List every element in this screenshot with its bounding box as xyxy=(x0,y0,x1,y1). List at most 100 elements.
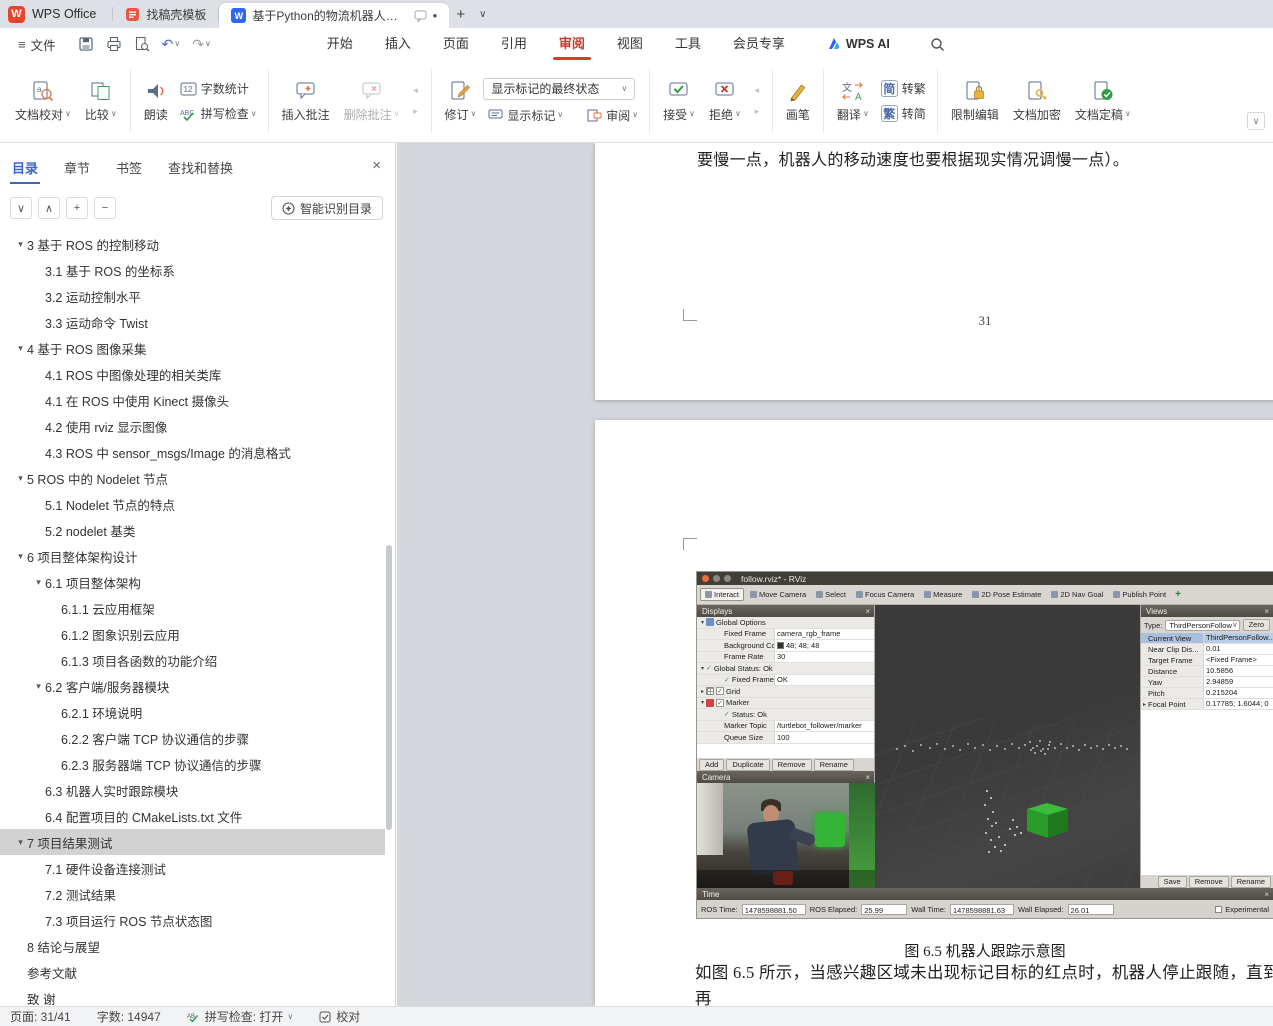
sidebar-tab-1[interactable]: 目录 xyxy=(10,154,41,184)
new-tab-button[interactable]: + xyxy=(449,6,472,23)
triangle-down-icon[interactable]: ▾ xyxy=(32,681,45,692)
next-comment-button[interactable]: ▸ xyxy=(407,104,425,120)
toc-item[interactable]: 4.3 ROS 中 sensor_msgs/Image 的消息格式 xyxy=(0,439,385,465)
toc-item[interactable]: 致 谢 xyxy=(0,985,385,1007)
accept-button[interactable]: 接受 ∨ xyxy=(656,76,702,127)
menu-tab-5[interactable]: 审阅 xyxy=(543,28,601,60)
show-markup-button[interactable]: 显示标记 ∨ xyxy=(483,106,568,125)
toc-item[interactable]: 8 结论与展望 xyxy=(0,933,385,959)
toc-item[interactable]: ▾ 4 基于 ROS 图像采集 xyxy=(0,335,385,361)
file-menu-button[interactable]: ≡ 文件 xyxy=(10,35,64,54)
finalize-doc-button[interactable]: 文档定稿 ∨ xyxy=(1068,76,1138,127)
triangle-down-icon[interactable]: ▾ xyxy=(14,343,27,354)
triangle-down-icon[interactable]: ▾ xyxy=(14,239,27,250)
menu-tab-4[interactable]: 引用 xyxy=(485,28,543,60)
menu-tab-2[interactable]: 插入 xyxy=(369,28,427,60)
toc-item[interactable]: 4.2 使用 rviz 显示图像 xyxy=(0,413,385,439)
to-simplified-button[interactable]: 繁 转简 xyxy=(876,104,931,123)
triangle-down-icon[interactable]: ▾ xyxy=(14,837,27,848)
document-page-31[interactable]: 要慢一点，机器人的移动速度也要根据现实情况调慢一点）。 31 xyxy=(595,143,1273,400)
read-aloud-button[interactable]: 朗读 xyxy=(137,76,175,127)
insert-comment-button[interactable]: 插入批注 xyxy=(275,76,337,127)
reject-button[interactable]: 拒绝 ∨ xyxy=(702,76,748,127)
toc-item[interactable]: ▾ 3 基于 ROS 的控制移动 xyxy=(0,231,385,257)
toc-item[interactable]: 6.2.3 服务器端 TCP 协议通信的步骤 xyxy=(0,751,385,777)
toc-item[interactable]: 7.1 硬件设备连接测试 xyxy=(0,855,385,881)
menu-tab-1[interactable]: 开始 xyxy=(311,28,369,60)
increase-level-button[interactable]: + xyxy=(66,197,88,219)
sidebar-close-button[interactable]: × xyxy=(372,157,381,174)
status-wordcount[interactable]: 字数: 14947 xyxy=(97,1008,161,1025)
compare-button[interactable]: 比较 ∨ xyxy=(78,76,124,127)
prev-change-button[interactable]: ◂ xyxy=(748,83,766,99)
toc-item[interactable]: 6.2.2 客户端 TCP 协议通信的步骤 xyxy=(0,725,385,751)
toc-item[interactable]: 6.1.2 图象识别云应用 xyxy=(0,621,385,647)
toc-item[interactable]: ▾ 5 ROS 中的 Nodelet 节点 xyxy=(0,465,385,491)
review-pane-button[interactable]: 审阅 ∨ xyxy=(582,106,643,125)
toc-item[interactable]: 6.3 机器人实时跟踪模块 xyxy=(0,777,385,803)
encrypt-doc-button[interactable]: 文档加密 xyxy=(1006,76,1068,127)
save-button[interactable] xyxy=(78,36,94,52)
menu-tab-8[interactable]: 会员专享 xyxy=(717,28,801,60)
prev-comment-button[interactable]: ◂ xyxy=(407,83,425,99)
toc-item[interactable]: 5.1 Nodelet 节点的特点 xyxy=(0,491,385,517)
wps-ai-button[interactable]: WPS AI xyxy=(827,37,890,51)
menu-tab-3[interactable]: 页面 xyxy=(427,28,485,60)
to-traditional-button[interactable]: 简 转繁 xyxy=(876,79,931,98)
expand-all-button[interactable]: ∧ xyxy=(38,197,60,219)
spell-check-button[interactable]: ABC 拼写检查 ∨ xyxy=(175,104,262,123)
chevron-down-icon[interactable]: ∨ xyxy=(205,40,211,48)
markup-state-select[interactable]: 显示标记的最终状态 ∨ xyxy=(483,77,636,100)
scrollbar-thumb[interactable] xyxy=(386,545,392,830)
triangle-down-icon[interactable]: ▾ xyxy=(14,473,27,484)
toc-item[interactable]: 3.2 运动控制水平 xyxy=(0,283,385,309)
toc-item[interactable]: ▾ 6.1 项目整体架构 xyxy=(0,569,385,595)
word-count-button[interactable]: 12 字数统计 xyxy=(175,79,262,98)
toc-item[interactable]: 4.1 在 ROS 中使用 Kinect 摄像头 xyxy=(0,387,385,413)
toc-item[interactable]: 6.2.1 环境说明 xyxy=(0,699,385,725)
tab-template-doc[interactable]: 找稿壳模板 xyxy=(113,0,218,28)
delete-comment-button[interactable]: 删除批注 ∨ xyxy=(337,76,407,127)
translate-button[interactable]: 文A 翻译 ∨ xyxy=(830,76,876,127)
toc-item[interactable]: 4.1 ROS 中图像处理的相关类库 xyxy=(0,361,385,387)
undo-button[interactable]: ↶ ∨ xyxy=(162,37,181,51)
menu-tab-6[interactable]: 视图 xyxy=(601,28,659,60)
toc-item[interactable]: 7.2 测试结果 xyxy=(0,881,385,907)
search-button[interactable] xyxy=(930,37,945,52)
toc-item[interactable]: 6.4 配置项目的 CMakeLists.txt 文件 xyxy=(0,803,385,829)
toc-item[interactable]: ▾ 6 项目整体架构设计 xyxy=(0,543,385,569)
redo-button[interactable]: ↷ ∨ xyxy=(192,37,211,51)
smart-toc-button[interactable]: 智能识别目录 xyxy=(270,196,383,220)
toc-item[interactable]: ▾ 7 项目结果测试 xyxy=(0,829,385,855)
document-page-32[interactable]: follow.rviz* - RViz Interact Move Camera S… xyxy=(595,420,1273,1006)
sidebar-tab-3[interactable]: 书签 xyxy=(114,154,144,181)
comments-icon[interactable] xyxy=(414,10,427,22)
toc-item[interactable]: 3.1 基于 ROS 的坐标系 xyxy=(0,257,385,283)
sidebar-tab-4[interactable]: 查找和替换 xyxy=(166,154,235,181)
ink-pen-button[interactable]: 画笔 xyxy=(779,76,817,127)
rviz-figure-image[interactable]: follow.rviz* - RViz Interact Move Camera S… xyxy=(697,572,1273,918)
collapse-all-button[interactable]: ∨ xyxy=(10,197,32,219)
chevron-down-icon[interactable]: ∨ xyxy=(174,40,180,48)
print-preview-button[interactable] xyxy=(134,36,150,52)
restrict-editing-button[interactable]: 限制编辑 xyxy=(944,76,1006,127)
document-area[interactable]: 要慢一点，机器人的移动速度也要根据现实情况调慢一点）。 31 follow.rv… xyxy=(397,143,1273,1006)
toc-item[interactable]: 6.1.1 云应用框架 xyxy=(0,595,385,621)
tab-list-button[interactable]: ∨ xyxy=(472,9,493,20)
toc-item[interactable]: ▾ 6.2 客户端/服务器模块 xyxy=(0,673,385,699)
status-spellcheck[interactable]: AB 拼写检查: 打开 ∨ xyxy=(187,1008,294,1025)
status-proofread[interactable]: 校对 xyxy=(319,1008,360,1025)
toc-item[interactable]: 5.2 nodelet 基类 xyxy=(0,517,385,543)
triangle-down-icon[interactable]: ▾ xyxy=(32,577,45,588)
toc-item[interactable]: 参考文献 xyxy=(0,959,385,985)
menu-tab-7[interactable]: 工具 xyxy=(659,28,717,60)
toc-scrollbar[interactable] xyxy=(386,143,392,1006)
triangle-down-icon[interactable]: ▾ xyxy=(14,551,27,562)
tab-wps-office[interactable]: W WPS Office xyxy=(0,0,112,28)
tab-current-doc[interactable]: W 基于Python的物流机器人路径 ● xyxy=(219,3,450,28)
ribbon-collapse-button[interactable]: ∨ xyxy=(1247,112,1265,130)
track-changes-button[interactable]: 修订 ∨ xyxy=(438,76,484,127)
toc-item[interactable]: 6.1.3 项目各函数的功能介绍 xyxy=(0,647,385,673)
sidebar-tab-2[interactable]: 章节 xyxy=(62,154,92,181)
status-page[interactable]: 页面: 31/41 xyxy=(10,1008,71,1025)
